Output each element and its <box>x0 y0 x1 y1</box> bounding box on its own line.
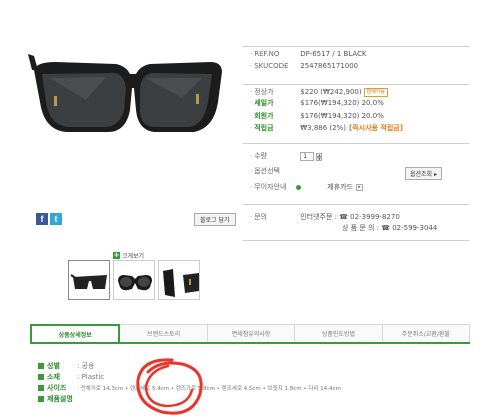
nointerest-value: 제휴카드 <box>327 183 353 191</box>
detail-tabs: 상품상세정보 브랜드스토리 면세점유의사항 상품인도방법 주문취소/교환/환불 <box>30 324 471 344</box>
tab-product-details[interactable]: 상품상세정보 <box>30 324 121 342</box>
member-price-value: $176(₩194,320) 20.0% <box>300 112 384 120</box>
nointerest-label: 무이자안내 <box>254 183 287 191</box>
spec-key: 성별 <box>47 361 60 370</box>
decrease-icon[interactable]: ▼ <box>316 156 323 161</box>
thumbnail-side[interactable] <box>113 260 155 300</box>
tab-cancel-refund[interactable]: 주문취소/교환/환불 <box>382 324 471 342</box>
points-value: ₩3,886 (2%) <box>300 124 346 132</box>
bullet-icon <box>38 395 44 402</box>
zoom-link[interactable]: + 크게보기 <box>113 251 144 260</box>
list-price-tag: 판매가능 <box>363 88 389 97</box>
sale-price-row: · 세일가 $176(₩194,320) 20.0% <box>250 99 384 107</box>
inquiry-phone-row: 상 품 문 의 : ☎ 02-599-3044 <box>342 224 437 233</box>
product-main-image <box>28 54 222 132</box>
tab-delivery-method[interactable]: 상품인도방법 <box>295 324 383 342</box>
spec-value: : 공용 <box>77 361 95 370</box>
tab-dutyfree-notice[interactable]: 면세점유의사항 <box>207 324 296 342</box>
spec-key: 소재 <box>47 372 60 381</box>
inquiry-online: 인터넷주문 : ☎ 02-3999-8270 <box>300 213 400 221</box>
ref-label: REF.NO <box>254 50 280 58</box>
spec-value: : Plastic <box>77 372 105 381</box>
inquiry-phone: 상 품 문 의 : ☎ 02-599-3044 <box>342 224 438 232</box>
quantity-row: · 수량 1 ▲ ▼ <box>250 152 323 161</box>
sku-label: SKUCODE <box>254 62 289 70</box>
twitter-share-icon[interactable]: t <box>50 213 62 225</box>
thumbnail-angle[interactable] <box>158 260 200 300</box>
bullet-icon <box>38 362 44 369</box>
bullet-icon <box>38 384 44 391</box>
annotation-circle <box>136 358 203 415</box>
nointerest-row: · 무이자안내 제휴카드 ▸ <box>250 183 363 192</box>
points-tag: [즉시사용 적립금] <box>349 124 403 132</box>
bullet-icon <box>38 373 44 380</box>
quantity-input[interactable]: 1 <box>300 152 315 161</box>
option-row: · 옵션선택 <box>250 167 300 176</box>
facebook-share-icon[interactable]: f <box>36 213 48 225</box>
quantity-stepper[interactable]: ▲ ▼ <box>316 152 323 161</box>
member-price-label: 회원가 <box>254 112 274 120</box>
ref-row: · REF.NO DP-6517 / 1 BLACK <box>250 50 367 58</box>
inquiry-row: · 문의 인터넷주문 : ☎ 02-3999-8270 <box>250 213 400 221</box>
quantity-label: 수량 <box>254 152 268 160</box>
info-dot-icon <box>296 185 302 190</box>
points-label: 적립금 <box>254 124 274 132</box>
option-lookup-button[interactable]: 옵션조회 ▸ <box>405 167 442 180</box>
option-label: 옵션선택 <box>254 167 280 175</box>
spec-key: 제품설명 <box>47 394 73 403</box>
spec-value: : 전체가로 14.3cm • 렌즈세로 5.4cm • 렌즈가로 5.8cm … <box>77 385 341 392</box>
list-price-value: $220 (₩242,900) <box>300 88 362 96</box>
plus-icon: + <box>113 251 120 259</box>
thumbnail-front[interactable] <box>68 260 110 300</box>
sku-row: · SKUCODE 2547865171000 <box>250 62 359 70</box>
zoom-label: 크게보기 <box>122 253 145 260</box>
points-row: · 적립금 ₩3,886 (2%) [즉시사용 적립금] <box>250 124 403 132</box>
inquiry-label: 문의 <box>254 213 268 221</box>
sale-price-label: 세일가 <box>254 99 274 107</box>
spec-key: 사이즈 <box>47 383 67 392</box>
expand-arrow-icon[interactable]: ▸ <box>356 184 363 191</box>
list-price-row: · 정상가 $220 (₩242,900) 판매가능 <box>250 88 389 97</box>
list-price-label: 정상가 <box>254 88 274 96</box>
member-price-row: · 회원가 $176(₩194,320) 20.0% <box>250 112 384 120</box>
sku-value: 2547865171000 <box>300 62 359 70</box>
sale-price-value: $176(₩194,320) 20.0% <box>300 99 384 107</box>
tab-brand-story[interactable]: 브랜드스토리 <box>120 324 208 342</box>
ref-value: DP-6517 / 1 BLACK <box>300 50 367 58</box>
blog-add-button[interactable]: 블로그 담기 <box>194 213 236 226</box>
